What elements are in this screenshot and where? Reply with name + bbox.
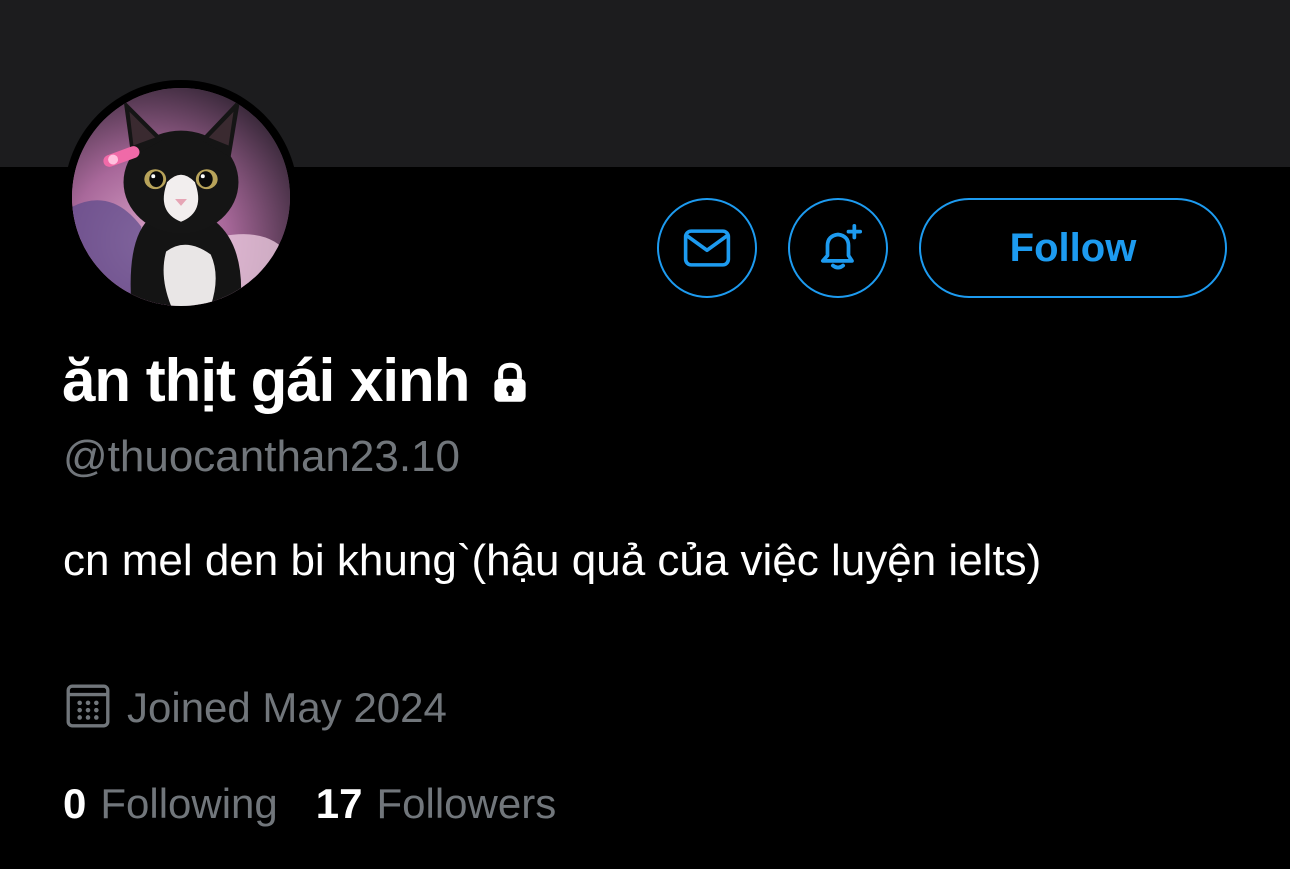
following-label: Following <box>100 780 278 827</box>
profile-bio: cn mel den bi khung`(hậu quả của việc lu… <box>63 536 1042 585</box>
following-count: 0 <box>63 780 87 827</box>
follow-stats: 0 Following 17 Followers <box>63 778 556 830</box>
bell-plus-icon <box>820 223 863 270</box>
display-name-row: ăn thịt gái xinh <box>62 340 535 420</box>
mail-icon <box>683 229 731 267</box>
avatar-image <box>72 88 290 306</box>
lock-icon <box>485 358 535 408</box>
followers-label: Followers <box>376 780 557 827</box>
follow-button[interactable]: Follow <box>919 198 1227 298</box>
message-button[interactable] <box>657 198 757 298</box>
cat-avatar-illustration <box>72 88 290 306</box>
notify-button[interactable] <box>788 198 888 298</box>
joined-date-row: Joined May 2024 <box>63 682 447 734</box>
profile-page: Follow ăn thịt gái xinh @thuocanthan23.1… <box>0 0 1290 869</box>
joined-date: Joined May 2024 <box>127 684 447 731</box>
followers-link[interactable]: 17 Followers <box>316 780 556 828</box>
avatar[interactable] <box>64 80 298 314</box>
calendar-icon <box>63 681 113 736</box>
following-link[interactable]: 0 Following <box>63 780 278 828</box>
display-name: ăn thịt gái xinh <box>62 346 470 414</box>
profile-handle: @thuocanthan23.10 <box>63 432 460 481</box>
followers-count: 17 <box>315 780 363 827</box>
